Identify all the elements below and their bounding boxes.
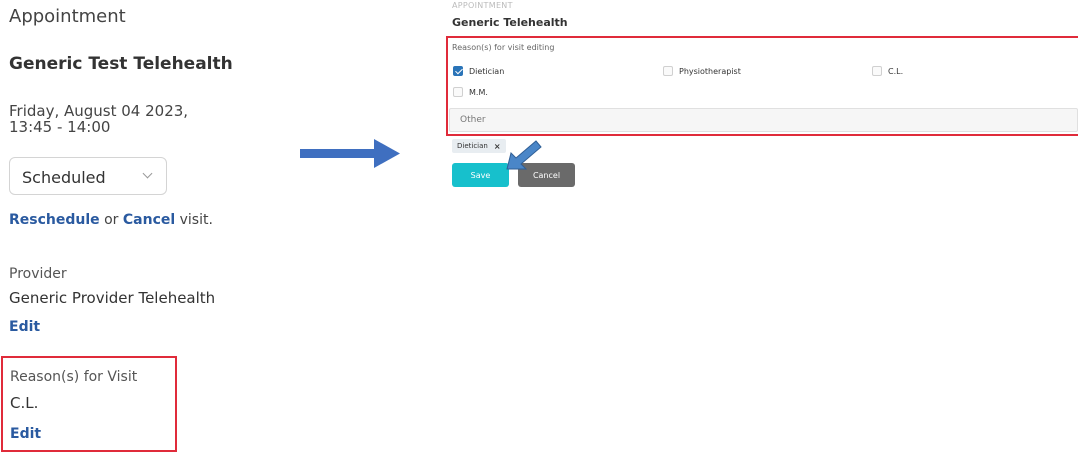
reason-value: C.L.: [10, 394, 39, 412]
cancel-visit-link[interactable]: Cancel: [123, 212, 175, 228]
checkbox-checked-icon[interactable]: [453, 66, 463, 76]
other-reason-input[interactable]: Other: [449, 108, 1078, 132]
selected-reason-tag: Dietician ×: [452, 139, 506, 153]
or-text: or: [99, 212, 123, 228]
patient-name: Generic Test Telehealth: [9, 54, 233, 74]
status-select-value: Scheduled: [22, 168, 106, 187]
option-mm[interactable]: M.M.: [453, 87, 488, 97]
section-label: APPOINTMENT: [452, 1, 513, 10]
reschedule-cancel-line: Reschedule or Cancel visit.: [9, 212, 213, 228]
appointment-date: Friday, August 04 2023,: [9, 102, 189, 120]
save-button[interactable]: Save: [452, 163, 509, 187]
appointment-title: Appointment: [9, 6, 126, 27]
pointer-arrow-icon: [506, 140, 542, 170]
option-physiotherapist[interactable]: Physiotherapist: [663, 66, 741, 76]
checkbox-icon[interactable]: [453, 87, 463, 97]
close-icon[interactable]: ×: [494, 142, 501, 151]
status-select[interactable]: Scheduled: [9, 157, 167, 195]
option-label: Dietician: [469, 66, 505, 76]
option-label: C.L.: [888, 66, 904, 76]
reason-edit-link[interactable]: Edit: [10, 426, 41, 442]
provider-name: Generic Provider Telehealth: [9, 289, 216, 307]
checkbox-icon[interactable]: [872, 66, 882, 76]
reschedule-link[interactable]: Reschedule: [9, 212, 100, 228]
checkbox-icon[interactable]: [663, 66, 673, 76]
appointment-time: 13:45 - 14:00: [9, 118, 111, 136]
option-label: Physiotherapist: [679, 66, 741, 76]
provider-edit-link[interactable]: Edit: [9, 319, 40, 335]
tag-label: Dietician: [457, 142, 488, 150]
arrow-right-icon: [300, 139, 400, 168]
option-cl[interactable]: C.L.: [872, 66, 903, 76]
option-label: M.M.: [469, 87, 488, 97]
edit-patient-name: Generic Telehealth: [452, 16, 568, 29]
reason-label: Reason(s) for Visit: [10, 369, 138, 385]
chevron-down-icon: [142, 168, 153, 179]
provider-label: Provider: [9, 266, 67, 282]
appointment-datetime: Friday, August 04 2023, 13:45 - 14:00: [9, 103, 188, 135]
visit-suffix-text: visit.: [175, 212, 213, 228]
option-dietician[interactable]: Dietician: [453, 66, 504, 76]
reason-editing-label: Reason(s) for visit editing: [452, 43, 555, 52]
